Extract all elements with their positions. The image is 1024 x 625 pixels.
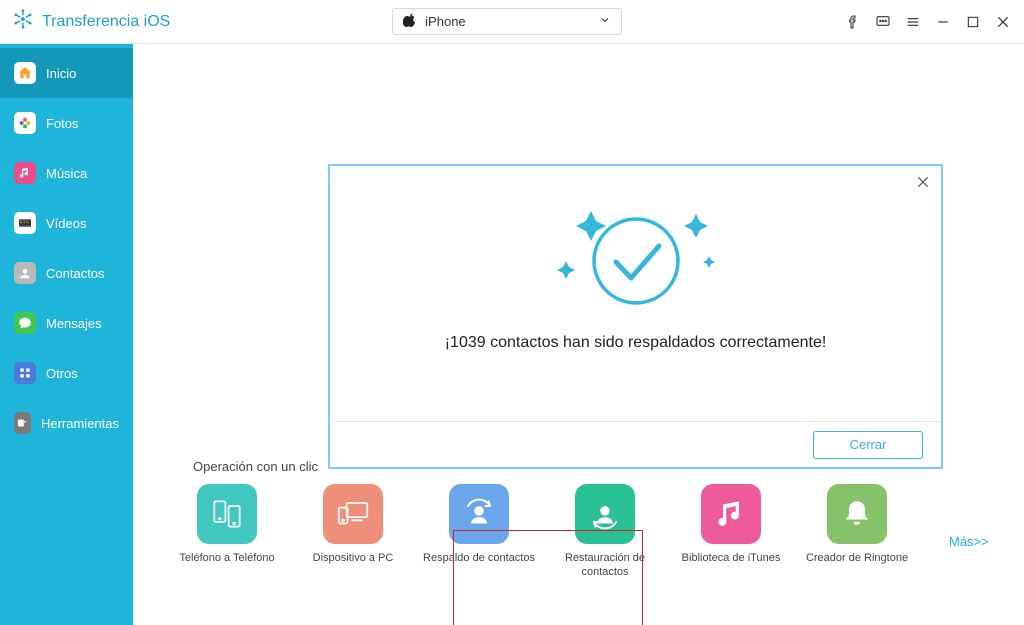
sidebar-item-videos[interactable]: Vídeos [0,198,133,248]
sidebar-item-herramientas[interactable]: Herramientas [0,398,133,448]
contact-backup-icon [449,484,509,544]
contacts-icon [14,262,36,284]
sidebar-item-contactos[interactable]: Contactos [0,248,133,298]
videos-icon [14,212,36,234]
sidebar-item-label: Vídeos [46,216,86,231]
one-click-section: Operación con un clic Teléfono a Teléfon… [193,459,1006,580]
ringtone-icon [827,484,887,544]
chevron-down-icon [599,14,611,29]
more-link[interactable]: Más>> [949,534,989,549]
device-label: iPhone [425,14,465,29]
success-modal: ¡1039 contactos han sido respaldados cor… [328,164,943,469]
op-itunes-library[interactable]: Biblioteca de iTunes [697,484,765,566]
sidebar-item-inicio[interactable]: Inicio [0,48,133,98]
modal-close-icon[interactable] [915,174,931,195]
photos-icon [14,112,36,134]
op-label: Biblioteca de iTunes [671,552,791,566]
success-message: ¡1039 contactos han sido respaldados cor… [445,334,827,352]
contact-restore-icon [575,484,635,544]
phone-to-phone-icon [197,484,257,544]
op-label: Restauración de contactos [545,552,665,580]
sidebar-item-label: Música [46,166,87,181]
main-content: ¡1039 contactos han sido respaldados cor… [133,44,1024,625]
device-selector[interactable]: iPhone [392,8,622,35]
modal-close-button[interactable]: Cerrar [813,431,923,459]
op-ringtone-maker[interactable]: Creador de Ringtone [823,484,891,566]
op-label: Creador de Ringtone [797,552,917,566]
menu-icon[interactable] [904,13,922,31]
sidebar-item-label: Mensajes [46,316,102,331]
success-checkmark-icon [536,186,736,316]
app-title: Transferencia iOS [42,13,170,31]
apple-icon [403,13,417,30]
titlebar-right [844,13,1012,31]
sidebar: Inicio Fotos Música Vídeos [0,44,133,625]
sidebar-item-otros[interactable]: Otros [0,348,133,398]
tools-icon [14,412,31,434]
messages-icon [14,312,36,334]
op-label: Respaldo de contactos [419,552,539,566]
sidebar-item-label: Otros [46,366,78,381]
sidebar-item-label: Herramientas [41,416,119,431]
sidebar-item-mensajes[interactable]: Mensajes [0,298,133,348]
op-contact-backup[interactable]: Respaldo de contactos [445,484,513,566]
itunes-icon [701,484,761,544]
sidebar-item-fotos[interactable]: Fotos [0,98,133,148]
op-contact-restore[interactable]: Restauración de contactos [571,484,639,580]
op-device-to-pc[interactable]: Dispositivo a PC [319,484,387,566]
titlebar-left: Transferencia iOS [12,8,170,35]
minimize-icon[interactable] [934,13,952,31]
home-icon [14,62,36,84]
facebook-icon[interactable] [844,13,862,31]
others-icon [14,362,36,384]
app-logo-icon [12,8,34,35]
one-click-heading: Operación con un clic [193,459,1006,474]
op-label: Teléfono a Teléfono [167,552,287,566]
sidebar-item-label: Inicio [46,66,76,81]
sidebar-item-label: Fotos [46,116,79,131]
feedback-icon[interactable] [874,13,892,31]
sidebar-item-musica[interactable]: Música [0,148,133,198]
device-to-pc-icon [323,484,383,544]
op-label: Dispositivo a PC [293,552,413,566]
maximize-icon[interactable] [964,13,982,31]
titlebar: Transferencia iOS iPhone [0,0,1024,44]
op-phone-to-phone[interactable]: Teléfono a Teléfono [193,484,261,566]
window-close-icon[interactable] [994,13,1012,31]
music-icon [14,162,36,184]
sidebar-item-label: Contactos [46,266,105,281]
